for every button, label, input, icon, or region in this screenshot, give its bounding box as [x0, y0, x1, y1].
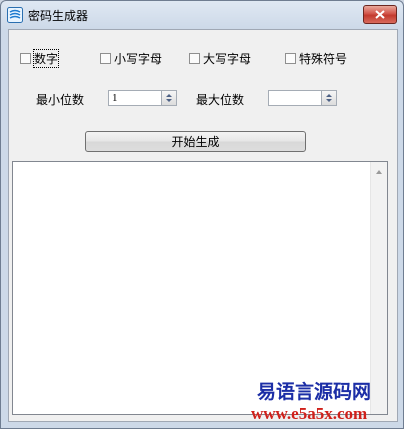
window-title: 密码生成器 [28, 9, 89, 23]
start-generate-button[interactable]: 开始生成 [85, 131, 306, 152]
checkbox-label: 数字 [32, 48, 60, 68]
close-button[interactable] [363, 5, 397, 24]
max-digits-spinner[interactable] [268, 90, 337, 106]
max-digits-input[interactable] [268, 90, 322, 106]
checkbox-label: 特殊符号 [299, 51, 348, 66]
down-arrow-icon[interactable] [166, 99, 172, 102]
checkbox-special[interactable]: 特殊符号 [285, 50, 347, 66]
scroll-up-icon[interactable] [376, 170, 382, 174]
vertical-scrollbar[interactable] [370, 162, 387, 414]
checkbox-uppercase[interactable]: 大写字母 [189, 50, 251, 66]
app-window: 密码生成器 数字 小写字母 大写字母 特殊符号 最小位数 1 最大位数 开始生成… [0, 0, 404, 429]
watermark-url: www.e5a5x.com [251, 404, 368, 423]
checkbox-box[interactable] [285, 52, 296, 64]
up-arrow-icon[interactable] [166, 94, 172, 97]
title-bar[interactable]: 密码生成器 [1, 1, 403, 29]
min-digits-input[interactable] [108, 90, 162, 106]
checkbox-label: 小写字母 [114, 51, 163, 66]
min-digits-label: 最小位数 [36, 93, 85, 107]
checkbox-box[interactable] [189, 52, 200, 64]
checkbox-digits[interactable]: 数字 [20, 48, 60, 68]
min-digits-spinner[interactable] [108, 90, 177, 106]
down-arrow-icon[interactable] [326, 99, 332, 102]
max-digits-label: 最大位数 [196, 93, 245, 107]
up-arrow-icon[interactable] [326, 94, 332, 97]
min-digits-stepper[interactable] [162, 90, 177, 106]
max-digits-stepper[interactable] [322, 90, 337, 106]
output-textarea[interactable] [12, 161, 388, 415]
checkbox-lowercase[interactable]: 小写字母 [100, 50, 162, 66]
password-app-icon [7, 7, 23, 23]
close-icon [375, 8, 385, 22]
watermark-logo: 易语言源码网 [256, 381, 371, 403]
checkbox-label: 大写字母 [203, 51, 252, 66]
checkbox-box[interactable] [20, 52, 31, 64]
checkbox-box[interactable] [100, 52, 111, 64]
